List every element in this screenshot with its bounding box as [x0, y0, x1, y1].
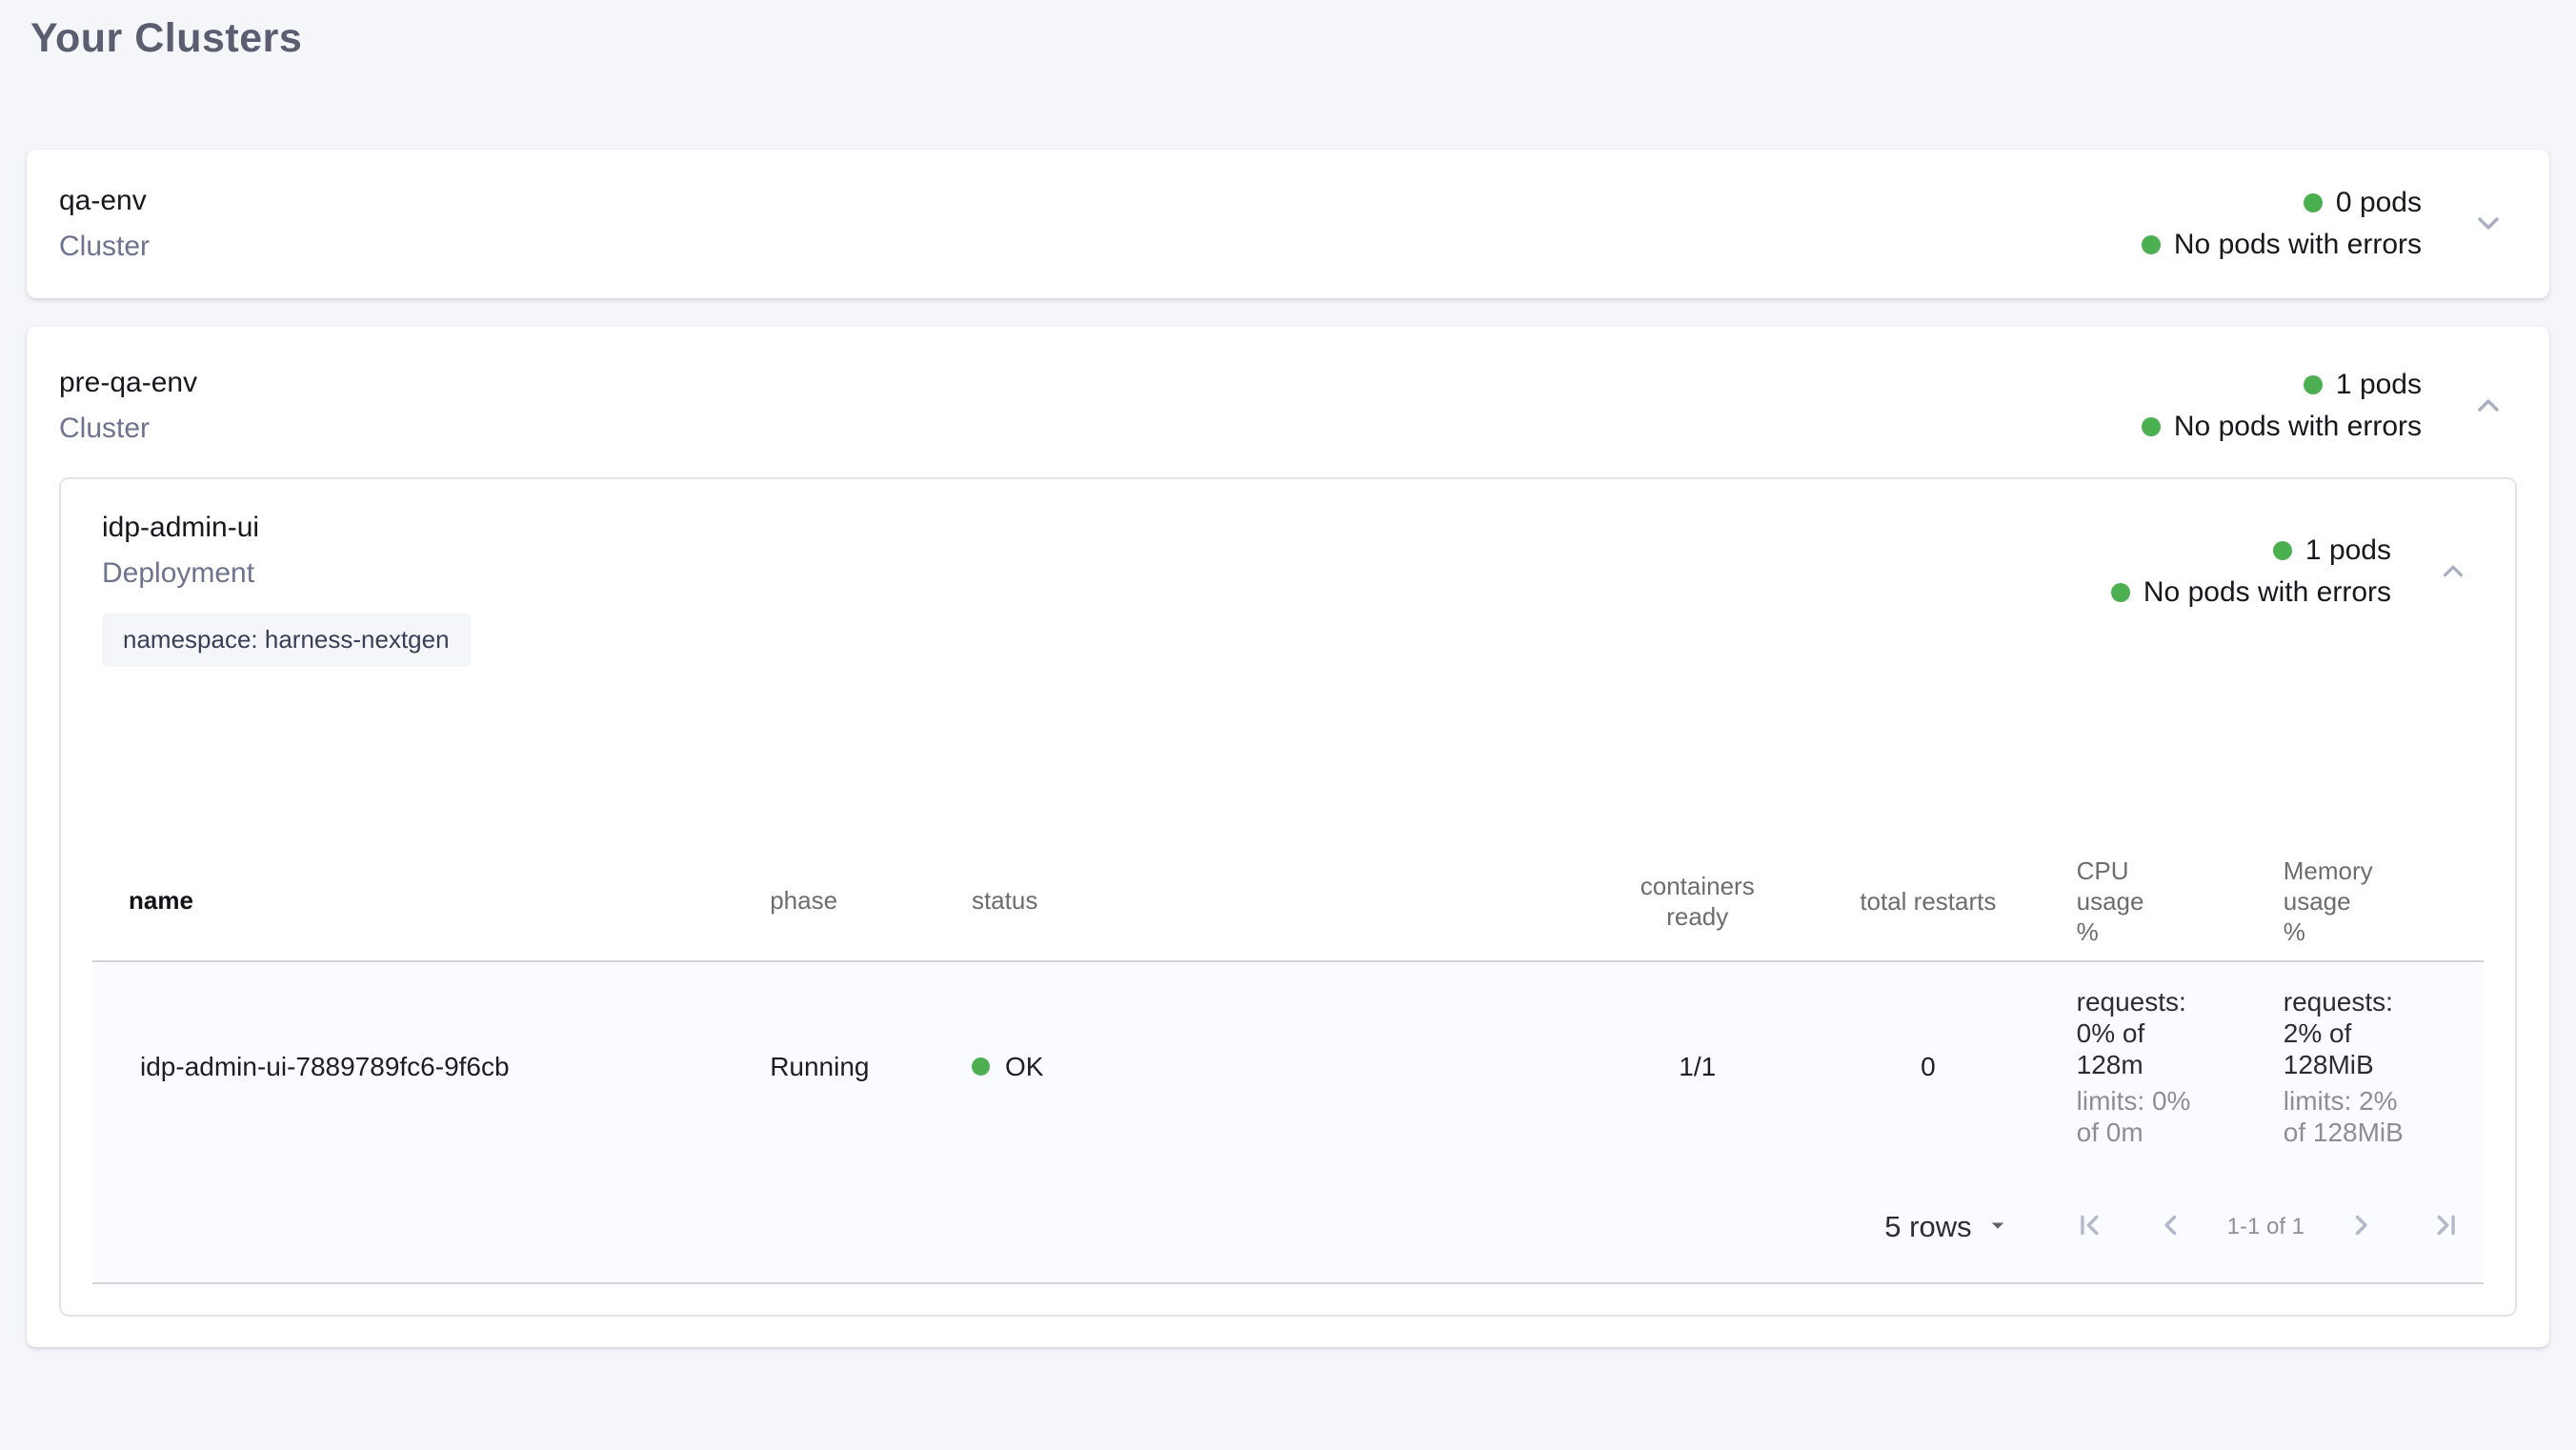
- column-header-name[interactable]: name: [92, 841, 765, 961]
- pod-phase-cell: Running: [765, 961, 957, 1171]
- memory-usage-cell: requests: 2% of 128MiB limits: 2% of 128…: [2245, 961, 2484, 1171]
- chevron-down-icon: [2471, 206, 2506, 243]
- pod-name-cell: idp-admin-ui-7889789fc6-9f6cb: [92, 961, 765, 1171]
- page-title: Your Clusters: [30, 15, 2549, 62]
- inner-card-bottom-spacer: [61, 1284, 2515, 1315]
- chevron-up-icon: [2471, 388, 2506, 425]
- cluster-identity: qa-env Cluster: [59, 181, 150, 267]
- first-page-icon: [2073, 1209, 2105, 1244]
- pagination-range-label: 1-1 of 1: [2227, 1214, 2304, 1240]
- errors-ok-dot: [2111, 583, 2130, 602]
- next-page-button[interactable]: [2345, 1209, 2377, 1244]
- column-header-cpu-usage[interactable]: CPU usage %: [2015, 841, 2245, 961]
- pods-errors-line: No pods with errors: [2142, 411, 2422, 443]
- pod-status-cell: OK: [957, 961, 1553, 1171]
- pods-summary: 1 pods No pods with errors: [2142, 369, 2422, 443]
- collapse-deployment-button[interactable]: [2431, 549, 2475, 595]
- containers-ready-cell: 1/1: [1553, 961, 1841, 1171]
- errors-ok-dot: [2142, 235, 2161, 254]
- cpu-requests: requests: 0% of 128m: [2077, 986, 2196, 1080]
- rows-per-page-value: 5 rows: [1884, 1210, 1971, 1244]
- pods-errors-line: No pods with errors: [2142, 229, 2422, 261]
- deployment-name: idp-admin-ui: [102, 508, 471, 548]
- cluster-status-summary: 1 pods No pods with errors: [2142, 369, 2511, 443]
- pods-count-line: 1 pods: [2304, 369, 2422, 401]
- cluster-name: qa-env: [59, 181, 150, 221]
- pods-count-label: 1 pods: [2305, 534, 2391, 567]
- deployment-identity: idp-admin-ui Deployment namespace: harne…: [102, 508, 471, 667]
- cluster-name: pre-qa-env: [59, 363, 197, 403]
- pods-errors-label: No pods with errors: [2143, 576, 2391, 609]
- pods-errors-label: No pods with errors: [2174, 229, 2422, 261]
- collapse-cluster-button[interactable]: [2465, 382, 2511, 431]
- pods-ok-dot: [2304, 375, 2323, 394]
- pods-table: name phase status containers ready total…: [92, 841, 2484, 1284]
- pods-count-line: 1 pods: [2273, 534, 2391, 567]
- chevron-left-icon: [2155, 1209, 2187, 1244]
- chevron-right-icon: [2345, 1209, 2377, 1244]
- last-page-button[interactable]: [2430, 1209, 2463, 1244]
- pods-count-label: 1 pods: [2336, 369, 2422, 401]
- caret-down-icon: [1972, 1211, 2012, 1242]
- memory-limits: limits: 2% of 128MiB: [2284, 1085, 2426, 1148]
- expand-cluster-button[interactable]: [2465, 200, 2511, 249]
- cluster-card-header: pre-qa-env Cluster 1 pods No pods with e…: [27, 327, 2549, 477]
- pods-ok-dot: [2304, 193, 2323, 212]
- chevron-up-icon: [2437, 554, 2469, 590]
- deployment-card-header: idp-admin-ui Deployment namespace: harne…: [61, 479, 2515, 667]
- memory-requests: requests: 2% of 128MiB: [2284, 986, 2426, 1080]
- cluster-card-header: qa-env Cluster 0 pods No pods with error…: [27, 181, 2549, 267]
- cluster-kind-label: Cluster: [59, 409, 197, 449]
- status-label: OK: [1005, 1052, 1043, 1082]
- table-footer-row: 5 rows: [92, 1171, 2484, 1283]
- clusters-page: Your Clusters qa-env Cluster 0 pods No p…: [0, 0, 2576, 1347]
- pods-errors-line: No pods with errors: [2111, 576, 2391, 609]
- column-header-phase[interactable]: phase: [765, 841, 957, 961]
- column-header-total-restarts[interactable]: total restarts: [1841, 841, 2015, 961]
- pods-errors-label: No pods with errors: [2174, 411, 2422, 443]
- column-header-status[interactable]: status: [957, 841, 1553, 961]
- first-page-button[interactable]: [2073, 1209, 2105, 1244]
- previous-page-button[interactable]: [2155, 1209, 2187, 1244]
- errors-ok-dot: [2142, 417, 2161, 436]
- deployment-kind-label: Deployment: [102, 554, 471, 594]
- column-header-containers-ready[interactable]: containers ready: [1553, 841, 1841, 961]
- cluster-identity: pre-qa-env Cluster: [59, 363, 197, 449]
- cluster-kind-label: Cluster: [59, 227, 150, 267]
- column-header-memory-usage[interactable]: Memory usage %: [2245, 841, 2484, 961]
- pods-count-line: 0 pods: [2304, 187, 2422, 219]
- pods-count-label: 0 pods: [2336, 187, 2422, 219]
- pods-ok-dot: [2273, 541, 2292, 560]
- table-header-row: name phase status containers ready total…: [92, 841, 2484, 961]
- pods-summary: 1 pods No pods with errors: [2111, 534, 2391, 609]
- namespace-chip: namespace: harness-nextgen: [102, 613, 471, 667]
- last-page-icon: [2430, 1209, 2463, 1244]
- cpu-limits: limits: 0% of 0m: [2077, 1085, 2196, 1148]
- deployment-card-idp-admin-ui: idp-admin-ui Deployment namespace: harne…: [59, 477, 2517, 1317]
- pods-summary: 0 pods No pods with errors: [2142, 187, 2422, 261]
- cluster-card-pre-qa-env: pre-qa-env Cluster 1 pods No pods with e…: [27, 327, 2549, 1347]
- cluster-card-qa-env: qa-env Cluster 0 pods No pods with error…: [27, 150, 2549, 298]
- status-ok-dot: [972, 1057, 990, 1076]
- cluster-status-summary: 0 pods No pods with errors: [2142, 187, 2511, 261]
- pod-table-row: idp-admin-ui-7889789fc6-9f6cb Running OK…: [92, 961, 2484, 1171]
- table-pagination: 5 rows: [92, 1209, 2484, 1244]
- cpu-usage-cell: requests: 0% of 128m limits: 0% of 0m: [2015, 961, 2245, 1171]
- deployment-status-summary: 1 pods No pods with errors: [2111, 534, 2475, 609]
- total-restarts-cell: 0: [1841, 961, 2015, 1171]
- rows-per-page-select[interactable]: 5 rows: [1884, 1210, 2011, 1244]
